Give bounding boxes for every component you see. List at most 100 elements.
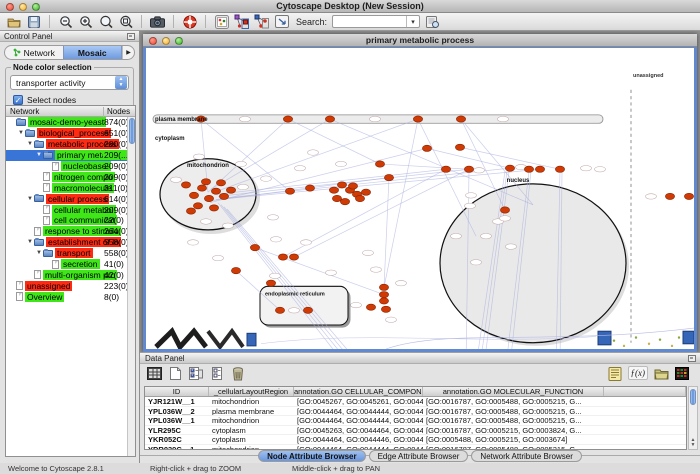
network-node[interactable] bbox=[665, 193, 674, 199]
network-node[interactable] bbox=[211, 188, 220, 194]
disclosure-triangle-icon[interactable]: ▼ bbox=[35, 250, 43, 256]
network-view-frame[interactable]: primary metabolic process bbox=[143, 34, 697, 352]
network-node[interactable] bbox=[305, 185, 314, 191]
attribute-table-header[interactable]: ID_cellularLayoutRegionannotation.GO CEL… bbox=[145, 387, 686, 397]
matrix-view-icon[interactable] bbox=[674, 366, 690, 381]
network-node[interactable] bbox=[505, 165, 514, 171]
help-lifering-icon[interactable] bbox=[182, 14, 197, 29]
disclosure-triangle-icon[interactable]: ▼ bbox=[35, 152, 43, 158]
save-session-icon[interactable] bbox=[26, 14, 41, 29]
network-node[interactable] bbox=[231, 267, 240, 273]
network-node[interactable] bbox=[189, 192, 198, 198]
zoom-out-icon[interactable] bbox=[58, 14, 73, 29]
search-input[interactable] bbox=[333, 16, 406, 27]
table-scrollbar-arrows[interactable]: ▲▼ bbox=[689, 438, 697, 448]
table-column-header[interactable]: annotation.GO CELLULAR_COMPONENT bbox=[294, 387, 423, 396]
network-node[interactable] bbox=[375, 161, 384, 167]
network-node[interactable] bbox=[337, 182, 346, 188]
tree-scrollbar[interactable] bbox=[127, 117, 135, 456]
tree-header[interactable]: Network Nodes bbox=[6, 106, 135, 117]
network-node[interactable] bbox=[381, 306, 390, 312]
disclosure-triangle-icon[interactable]: ▼ bbox=[17, 130, 25, 136]
table-column-header[interactable]: annotation.GO MOLECULAR_FUNCTION bbox=[423, 387, 604, 396]
network-node[interactable] bbox=[204, 195, 213, 201]
tree-row[interactable]: ▼cellular process614(0) bbox=[6, 193, 127, 204]
network-node[interactable] bbox=[456, 116, 465, 122]
network-node[interactable] bbox=[201, 179, 210, 185]
network-node[interactable] bbox=[193, 203, 202, 209]
zoom-fit-icon[interactable] bbox=[118, 14, 133, 29]
table-column-header[interactable]: ID bbox=[145, 387, 209, 396]
select-nodes-row[interactable]: ✓ Select nodes bbox=[13, 95, 129, 105]
network-node[interactable] bbox=[455, 144, 464, 150]
new-attribute-icon[interactable] bbox=[167, 366, 183, 381]
float-panel-icon[interactable] bbox=[688, 355, 696, 362]
network-node[interactable] bbox=[275, 307, 284, 313]
select-nodes-checkbox[interactable]: ✓ bbox=[13, 95, 23, 105]
tree-row[interactable]: response to stimulu264(0) bbox=[6, 226, 127, 237]
tree-row[interactable]: ▼establishment of lo558(0) bbox=[6, 237, 127, 248]
open-file-icon[interactable] bbox=[6, 14, 21, 29]
network-node[interactable] bbox=[379, 298, 388, 304]
tree-row[interactable]: mosaic-demo-yeast874(0) bbox=[6, 117, 127, 128]
network-node[interactable] bbox=[289, 254, 298, 260]
network-node[interactable] bbox=[181, 182, 190, 188]
table-column-header[interactable]: _cellularLayoutRegion bbox=[209, 387, 294, 396]
birdseye-view-icon[interactable] bbox=[214, 14, 229, 29]
attribute-batch-icon[interactable] bbox=[607, 366, 623, 381]
network-node[interactable] bbox=[422, 145, 431, 151]
table-row[interactable]: YLR295Ccytoplasm[GO:0045263, GO:0044464,… bbox=[145, 426, 686, 436]
attribute-table[interactable]: ID_cellularLayoutRegionannotation.GO CEL… bbox=[144, 386, 687, 450]
network-node[interactable] bbox=[250, 244, 259, 250]
network-node[interactable] bbox=[219, 193, 228, 199]
network-node[interactable] bbox=[535, 166, 544, 172]
search-dropdown-icon[interactable]: ▾ bbox=[406, 16, 419, 27]
control-panel-header[interactable]: Control Panel bbox=[0, 31, 139, 42]
zoom-selected-icon[interactable] bbox=[98, 14, 113, 29]
data-panel-header[interactable]: Data Panel bbox=[140, 353, 700, 364]
network-node[interactable] bbox=[209, 205, 218, 211]
edit-network-2-icon[interactable] bbox=[254, 14, 269, 29]
network-node[interactable] bbox=[379, 284, 388, 290]
zoom-in-icon[interactable] bbox=[78, 14, 93, 29]
network-node[interactable] bbox=[329, 187, 338, 193]
tree-row[interactable]: ▼biological_process651(0) bbox=[6, 128, 127, 139]
tree-row[interactable]: macromolecule311(0) bbox=[6, 182, 127, 193]
select-attributes-icon[interactable] bbox=[188, 366, 204, 381]
more-tabs-arrow-icon[interactable]: ▶ bbox=[122, 46, 134, 59]
network-node[interactable] bbox=[283, 116, 292, 122]
tab-network[interactable]: Network bbox=[5, 46, 63, 59]
tree-column-nodes[interactable]: Nodes bbox=[103, 107, 130, 117]
table-row[interactable]: YJR121W__1mitochondrion[GO:0045267, GO:0… bbox=[145, 397, 686, 407]
network-node[interactable] bbox=[361, 189, 370, 195]
browser-tab[interactable]: Node Attribute Browser bbox=[258, 450, 366, 462]
network-node[interactable] bbox=[325, 116, 334, 122]
unselect-attributes-icon[interactable] bbox=[209, 366, 225, 381]
edit-network-1-icon[interactable] bbox=[234, 14, 249, 29]
tab-mosaic[interactable]: Mosaic bbox=[63, 46, 123, 59]
tree-row[interactable]: unassigned223(0) bbox=[6, 280, 127, 291]
tree-row[interactable]: cell communicat22(0) bbox=[6, 215, 127, 226]
annotation-icon[interactable] bbox=[274, 14, 289, 29]
disclosure-triangle-icon[interactable]: ▼ bbox=[26, 141, 34, 147]
table-row[interactable]: YPL036W__1mitochondrion[GO:0044464, GO:0… bbox=[145, 416, 686, 426]
network-node[interactable] bbox=[524, 166, 533, 172]
network-node[interactable] bbox=[216, 180, 225, 186]
browser-tab[interactable]: Edge Attribute Browser bbox=[369, 450, 469, 462]
network-node[interactable] bbox=[348, 183, 357, 189]
table-row[interactable]: YPL036W__2plasma membrane[GO:0044464, GO… bbox=[145, 407, 686, 417]
disclosure-triangle-icon[interactable]: ▼ bbox=[26, 239, 34, 245]
network-node[interactable] bbox=[278, 254, 287, 260]
network-node[interactable] bbox=[266, 280, 275, 286]
network-node[interactable] bbox=[555, 166, 564, 172]
tree-row[interactable]: secretion41(0) bbox=[6, 259, 127, 270]
tree-row[interactable]: nitrogen compo209(0) bbox=[6, 171, 127, 182]
network-node[interactable] bbox=[413, 116, 422, 122]
network-node[interactable] bbox=[226, 187, 235, 193]
network-node[interactable] bbox=[441, 166, 450, 172]
network-node[interactable] bbox=[355, 195, 364, 201]
tree-column-network[interactable]: Network bbox=[10, 107, 39, 116]
browser-tab[interactable]: Network Attribute Browser bbox=[471, 450, 581, 462]
table-scrollbar[interactable]: ▲▼ bbox=[688, 386, 698, 450]
network-node[interactable] bbox=[186, 208, 195, 214]
